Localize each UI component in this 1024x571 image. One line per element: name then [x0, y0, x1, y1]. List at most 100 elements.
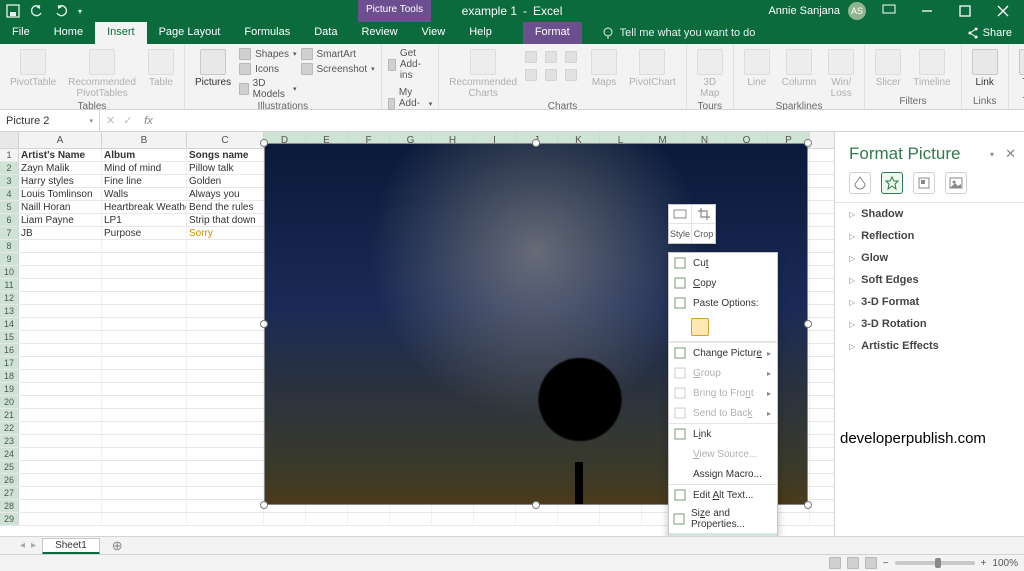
cell[interactable]: Zayn Malik: [19, 162, 102, 174]
cell[interactable]: [600, 513, 642, 525]
cell[interactable]: [187, 474, 264, 486]
recommended-charts-button[interactable]: Recommended Charts: [445, 47, 521, 101]
context-menu-item[interactable]: Copy: [669, 273, 777, 293]
cell[interactable]: [19, 318, 102, 330]
row-header[interactable]: 24: [0, 448, 19, 460]
cell[interactable]: [102, 292, 187, 304]
pane-section[interactable]: ▷3-D Format: [835, 291, 1024, 313]
get-addins-button[interactable]: Get Add-ins: [388, 47, 433, 82]
cell[interactable]: [102, 513, 187, 525]
row-header[interactable]: 18: [0, 370, 19, 382]
cell[interactable]: [102, 357, 187, 369]
context-menu-item[interactable]: Edit Alt Text...: [669, 485, 777, 505]
maximize-icon[interactable]: [950, 0, 980, 22]
tab-formulas[interactable]: Formulas: [232, 22, 302, 44]
tell-me-search[interactable]: Tell me what you want to do: [602, 22, 756, 44]
cell[interactable]: [187, 370, 264, 382]
cell[interactable]: [102, 448, 187, 460]
cell[interactable]: [102, 487, 187, 499]
row-header[interactable]: 6: [0, 214, 19, 226]
row-header[interactable]: 3: [0, 175, 19, 187]
cell[interactable]: [102, 331, 187, 343]
cell[interactable]: [102, 240, 187, 252]
cell[interactable]: Pillow talk: [187, 162, 264, 174]
cell[interactable]: [19, 266, 102, 278]
cancel-entry-icon[interactable]: ✕: [106, 114, 115, 127]
row-header[interactable]: 28: [0, 500, 19, 512]
cell[interactable]: JB: [19, 227, 102, 239]
ribbon-options-icon[interactable]: [874, 0, 904, 22]
row-header[interactable]: 22: [0, 422, 19, 434]
cell[interactable]: [187, 292, 264, 304]
row-header[interactable]: 21: [0, 409, 19, 421]
cell[interactable]: LP1: [102, 214, 187, 226]
cell[interactable]: [516, 513, 558, 525]
save-icon[interactable]: [6, 4, 20, 18]
minimize-icon[interactable]: [912, 0, 942, 22]
sparkline-line-button[interactable]: Line: [740, 47, 774, 90]
name-box[interactable]: Picture 2 ▾: [0, 110, 100, 131]
resize-handle-tl[interactable]: [260, 139, 268, 147]
cell[interactable]: [306, 513, 348, 525]
pivottable-button[interactable]: PivotTable: [6, 47, 60, 90]
cell[interactable]: [19, 344, 102, 356]
pie-chart-icon[interactable]: [565, 51, 577, 63]
timeline-button[interactable]: Timeline: [909, 47, 954, 90]
cell[interactable]: [19, 487, 102, 499]
cell[interactable]: [102, 279, 187, 291]
row-header[interactable]: 27: [0, 487, 19, 499]
formula-input[interactable]: [158, 110, 1024, 131]
cell[interactable]: [19, 474, 102, 486]
cell[interactable]: Louis Tomlinson: [19, 188, 102, 200]
cell[interactable]: [187, 461, 264, 473]
row-header[interactable]: 15: [0, 331, 19, 343]
row-header[interactable]: 12: [0, 292, 19, 304]
cell[interactable]: [102, 474, 187, 486]
pane-tab-size-icon[interactable]: [913, 172, 935, 194]
context-menu-item[interactable]: Link: [669, 424, 777, 444]
cell[interactable]: [102, 500, 187, 512]
context-menu-item[interactable]: Size and Properties...: [669, 505, 777, 533]
resize-handle-bl[interactable]: [260, 501, 268, 509]
cell[interactable]: [187, 318, 264, 330]
cell[interactable]: [19, 370, 102, 382]
zoom-slider[interactable]: [895, 561, 975, 565]
cell[interactable]: [187, 253, 264, 265]
cell[interactable]: [102, 305, 187, 317]
maps-button[interactable]: Maps: [587, 47, 621, 90]
share-button[interactable]: Share: [955, 22, 1024, 44]
pane-tab-effects-icon[interactable]: [881, 172, 903, 194]
cell[interactable]: [187, 487, 264, 499]
cell[interactable]: [102, 396, 187, 408]
cell[interactable]: [102, 253, 187, 265]
column-chart-icon[interactable]: [525, 51, 537, 63]
cell[interactable]: [187, 305, 264, 317]
cell[interactable]: [102, 266, 187, 278]
sparkline-column-button[interactable]: Column: [778, 47, 820, 90]
cell[interactable]: [558, 513, 600, 525]
cell[interactable]: [432, 513, 474, 525]
pane-tab-picture-icon[interactable]: [945, 172, 967, 194]
cell[interactable]: [187, 513, 264, 525]
resize-handle-l[interactable]: [260, 320, 268, 328]
cell[interactable]: [102, 318, 187, 330]
row-header[interactable]: 14: [0, 318, 19, 330]
scatter-chart-icon[interactable]: [565, 69, 577, 81]
spreadsheet-grid[interactable]: ABCDEFGHIJKLMNOP 1Artist's NameAlbumSong…: [0, 132, 834, 536]
cell[interactable]: Strip that down: [187, 214, 264, 226]
cell[interactable]: Artist's Name: [19, 149, 102, 161]
row-header[interactable]: 10: [0, 266, 19, 278]
context-menu-item[interactable]: Format Picture...: [669, 533, 777, 536]
pane-options-icon[interactable]: ▾: [990, 150, 994, 159]
row-header[interactable]: 26: [0, 474, 19, 486]
cell[interactable]: Heartbreak Weather: [102, 201, 187, 213]
tab-insert[interactable]: Insert: [95, 22, 147, 44]
pane-close-icon[interactable]: ✕: [1005, 146, 1016, 162]
user-avatar[interactable]: AS: [848, 2, 866, 20]
pivotchart-button[interactable]: PivotChart: [625, 47, 680, 90]
cell[interactable]: [19, 305, 102, 317]
pane-section[interactable]: ▷Reflection: [835, 225, 1024, 247]
line-chart-icon[interactable]: [545, 51, 557, 63]
row-header[interactable]: 8: [0, 240, 19, 252]
tab-format[interactable]: Format: [523, 22, 582, 44]
